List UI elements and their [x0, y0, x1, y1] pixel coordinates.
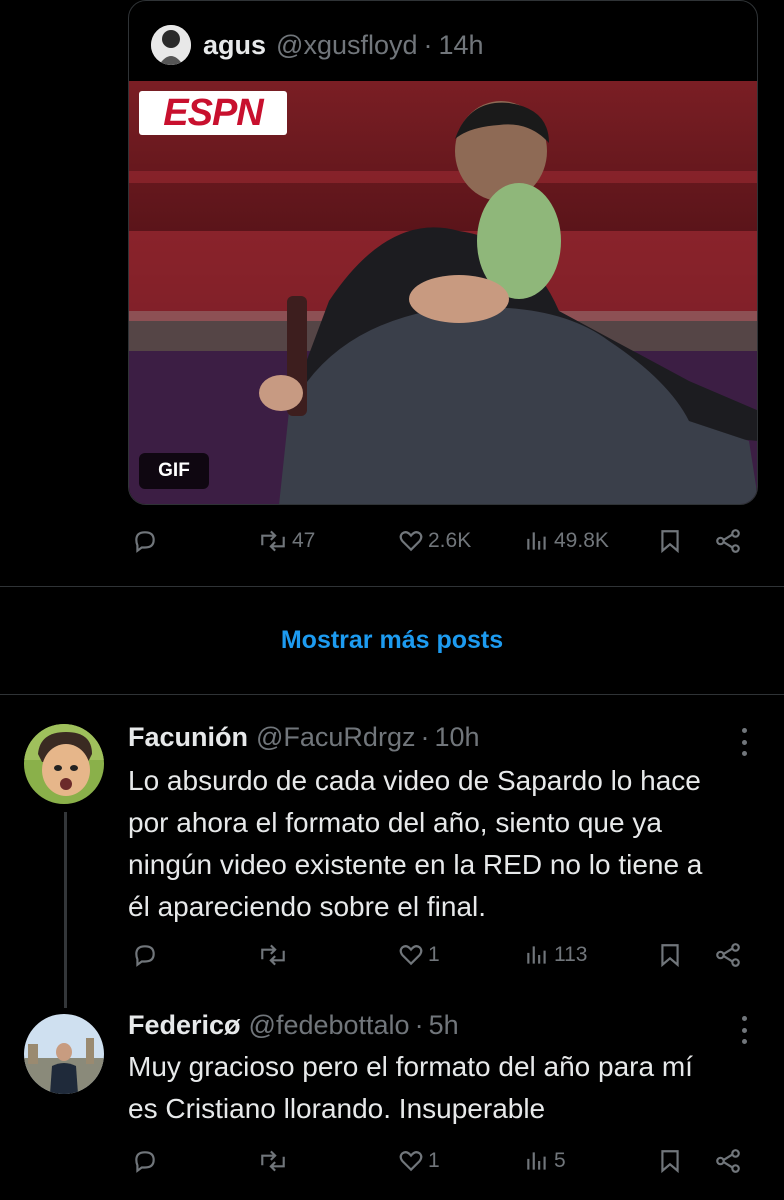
meta-separator: ·: [423, 29, 433, 60]
bookmark-button[interactable]: [658, 942, 682, 968]
reply-text-line: ningún video existente en la RED no lo t…: [128, 849, 703, 880]
espn-logo: ESPN: [139, 91, 287, 135]
reply-author-name[interactable]: Facunión: [128, 722, 248, 753]
reply-time[interactable]: 10h: [434, 722, 479, 753]
main-action-bar: 47 2.6K 49.8K: [128, 522, 748, 562]
reply-icon: [135, 1151, 155, 1173]
show-more-posts-link[interactable]: Mostrar más posts: [0, 626, 784, 655]
quoted-author-name[interactable]: agus: [203, 30, 266, 61]
reply-text-line: es Cristiano llorando. Insuperable: [128, 1093, 546, 1124]
heart-icon: [399, 945, 423, 966]
reply-button[interactable]: [132, 942, 158, 968]
reply-button[interactable]: [132, 528, 158, 554]
divider: [0, 586, 784, 587]
reply-button[interactable]: [132, 1148, 158, 1174]
bookmark-button[interactable]: [658, 528, 682, 554]
reply-header: Federicø @fedebottalo · 5h: [128, 1010, 459, 1041]
heart-icon: [399, 1151, 423, 1172]
share-icon: [716, 529, 740, 553]
gif-media[interactable]: ESPN GIF: [129, 81, 757, 504]
bookmark-icon: [661, 944, 679, 968]
like-button[interactable]: 1: [398, 1148, 440, 1174]
reply-author-avatar[interactable]: [24, 724, 104, 804]
bookmark-button[interactable]: [658, 1148, 682, 1174]
share-button[interactable]: [714, 942, 742, 968]
like-count: 2.6K: [428, 529, 472, 552]
repost-button[interactable]: [258, 942, 288, 968]
repost-icon: [261, 1150, 285, 1172]
bookmark-icon: [661, 1150, 679, 1174]
reply-header: Facunión @FacuRdrgz · 10h: [128, 722, 480, 753]
repost-count: 47: [292, 529, 316, 552]
share-button[interactable]: [714, 528, 742, 554]
reply-icon: [135, 945, 155, 967]
reply-text-line: Lo absurdo de cada video de Sapardo lo h…: [128, 765, 701, 796]
share-button[interactable]: [714, 1148, 742, 1174]
repost-button[interactable]: [258, 1148, 288, 1174]
quoted-tweet-time[interactable]: 14h: [439, 30, 484, 61]
reply-text-line: por ahora el formato del año, siento que…: [128, 807, 662, 838]
quoted-tweet-card[interactable]: agus @xgusfloyd · 14h ESPN GIF: [128, 0, 758, 505]
views-icon: [527, 532, 546, 550]
views-count: 5: [554, 1149, 566, 1172]
reply-text: Muy gracioso pero el formato del año par…: [128, 1046, 768, 1130]
reply-text-line: Muy gracioso pero el formato del año par…: [128, 1051, 693, 1082]
divider: [0, 694, 784, 695]
repost-button[interactable]: 47: [258, 528, 315, 554]
more-options-icon[interactable]: [732, 724, 756, 760]
reply-author-avatar[interactable]: [24, 1014, 104, 1094]
quoted-author-handle[interactable]: @xgusfloyd: [276, 30, 417, 61]
reply-text-line: él apareciendo sobre el final.: [128, 891, 487, 922]
reply-action-bar: 1 5: [128, 1142, 748, 1182]
views-button[interactable]: 49.8K: [524, 528, 609, 554]
views-count: 113: [554, 943, 588, 966]
reply-text: Lo absurdo de cada video de Sapardo lo h…: [128, 760, 768, 928]
share-icon: [716, 1149, 740, 1173]
views-count: 49.8K: [554, 529, 609, 552]
quoted-tweet-header: agus @xgusfloyd · 14h: [151, 23, 484, 67]
reply-action-bar: 1 113: [128, 936, 748, 976]
reply-author-handle[interactable]: @FacuRdrgz: [256, 722, 415, 753]
repost-icon: [261, 944, 285, 966]
meta-separator: ·: [420, 722, 430, 752]
quoted-author-avatar[interactable]: [151, 25, 191, 65]
bookmark-icon: [661, 530, 679, 554]
repost-icon: [261, 530, 285, 552]
like-button[interactable]: 1: [398, 942, 440, 968]
views-button[interactable]: 113: [524, 942, 587, 968]
heart-icon: [399, 531, 423, 552]
like-count: 1: [428, 943, 440, 966]
share-icon: [716, 943, 740, 967]
like-count: 1: [428, 1149, 440, 1172]
views-button[interactable]: 5: [524, 1148, 566, 1174]
more-options-icon[interactable]: [732, 1012, 756, 1048]
thread-line: [64, 812, 67, 1008]
reply-author-name[interactable]: Federicø: [128, 1010, 241, 1041]
reply-author-handle[interactable]: @fedebottalo: [249, 1010, 410, 1041]
views-icon: [527, 1152, 546, 1170]
meta-separator: ·: [414, 1010, 424, 1040]
reply-icon: [135, 531, 155, 553]
like-button[interactable]: 2.6K: [398, 528, 471, 554]
views-icon: [527, 946, 546, 964]
reply-time[interactable]: 5h: [429, 1010, 459, 1041]
gif-badge: GIF: [139, 453, 209, 489]
